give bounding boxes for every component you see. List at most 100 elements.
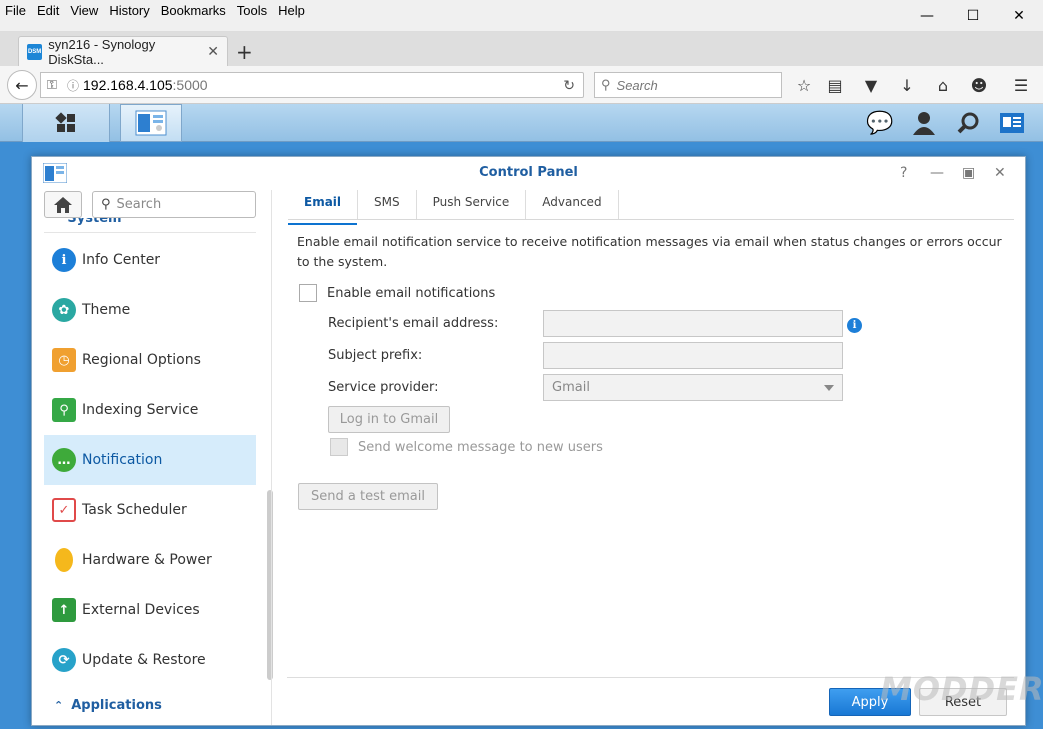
sidebar-item-update-restore[interactable]: ⟳ Update & Restore [44, 635, 256, 685]
search-icon: ⚲ [101, 197, 111, 212]
send-test-email-button[interactable]: Send a test email [298, 483, 438, 510]
tab-push-service[interactable]: Push Service [417, 190, 527, 219]
sidebar-list: i Info Center ✿ Theme ◷ Regional Options… [44, 235, 256, 719]
tab-strip: DSM syn216 - Synology DiskSta... ✕ + [0, 32, 1043, 67]
subject-label: Subject prefix: [328, 348, 423, 363]
pocket-icon[interactable]: ▼ [860, 74, 882, 96]
star-icon[interactable]: ☆ [793, 74, 815, 96]
browser-titlebar: File Edit View History Bookmarks Tools H… [0, 0, 1043, 32]
back-arrow-icon[interactable]: ← [7, 70, 37, 100]
tab-email[interactable]: Email [288, 190, 359, 225]
dsm-favicon-icon: DSM [27, 43, 43, 60]
welcome-message-row: Send welcome message to new users [330, 438, 603, 456]
sidebar-divider [271, 190, 272, 725]
enable-email-row: Enable email notifications [299, 284, 495, 302]
chat-icon[interactable]: 💬 [862, 104, 898, 142]
refresh-icon: ⟳ [52, 648, 76, 672]
sidebar-item-hardware-power[interactable]: Hardware & Power [44, 535, 256, 585]
provider-label: Service provider: [328, 380, 439, 395]
sidebar-item-external-devices[interactable]: ↑ External Devices [44, 585, 256, 635]
home-icon[interactable]: ⌂ [932, 74, 954, 96]
sidebar-item-info-center[interactable]: i Info Center [44, 235, 256, 285]
menu-file[interactable]: File [4, 3, 27, 18]
window-minimize-icon[interactable]: — [930, 165, 944, 181]
divider [44, 232, 256, 233]
login-gmail-button[interactable]: Log in to Gmail [328, 406, 450, 433]
new-tab-icon[interactable]: + [236, 40, 253, 64]
sidebar-item-notification[interactable]: … Notification [44, 435, 256, 485]
section-system-label: System [67, 218, 122, 226]
browser-search-input[interactable]: ⚲ Search [594, 72, 782, 98]
menu-tools[interactable]: Tools [236, 3, 268, 18]
browser-tab[interactable]: DSM syn216 - Synology DiskSta... ✕ [18, 36, 228, 67]
download-icon[interactable]: ↓ [896, 74, 918, 96]
info-icon[interactable]: i [847, 318, 862, 333]
dsm-taskbar: 💬 [0, 104, 1043, 142]
service-provider-select[interactable]: Gmail [543, 374, 843, 401]
sidebar-item-theme[interactable]: ✿ Theme [44, 285, 256, 335]
recipient-email-input[interactable] [543, 310, 843, 337]
welcome-message-checkbox[interactable] [330, 438, 348, 456]
tab-sms[interactable]: SMS [358, 190, 417, 219]
enable-email-label: Enable email notifications [327, 285, 496, 301]
home-button[interactable] [44, 191, 82, 218]
sidebar-item-indexing-service[interactable]: ⚲ Indexing Service [44, 385, 256, 435]
sidebar: ⚲ Search ^ System i Info Center ✿ Theme … [42, 190, 274, 725]
control-panel-task-button[interactable] [120, 104, 182, 142]
reading-list-icon[interactable]: ▤ [824, 74, 846, 96]
calendar-check-icon: ✓ [52, 498, 76, 522]
widgets-icon[interactable] [994, 104, 1030, 142]
hamburger-menu-icon[interactable]: ☰ [1010, 74, 1032, 96]
window-maximize-icon[interactable]: ▣ [962, 165, 975, 181]
menu-edit[interactable]: Edit [36, 3, 60, 18]
maximize-icon[interactable]: ☐ [950, 0, 996, 32]
sidebar-item-label: Task Scheduler [82, 502, 187, 518]
recipient-label: Recipient's email address: [328, 316, 499, 331]
enable-email-checkbox[interactable] [299, 284, 317, 302]
chevron-down-icon [824, 385, 834, 391]
tab-advanced[interactable]: Advanced [526, 190, 619, 219]
nav-bar: ← ⚿ ⓘ 192.168.4.105:5000 ↻ ⚲ Search ☆ ▤ … [0, 66, 1043, 104]
menu-view[interactable]: View [69, 3, 99, 18]
sidebar-search-placeholder: Search [116, 197, 162, 212]
section-system-header[interactable]: ^ System [52, 218, 122, 228]
menu-help[interactable]: Help [277, 3, 306, 18]
grid-apps-icon [55, 112, 75, 132]
section-applications-header[interactable]: ⌃ Applications [44, 691, 256, 719]
control-panel-icon [135, 110, 167, 136]
window-close-icon[interactable]: ✕ [994, 165, 1006, 181]
sidebar-item-label: Update & Restore [82, 652, 206, 668]
sidebar-item-label: Hardware & Power [82, 552, 212, 568]
minimize-icon[interactable]: — [904, 0, 950, 32]
lightbulb-icon [55, 548, 73, 572]
subject-prefix-input[interactable] [543, 342, 843, 369]
url-host: 192.168.4.105 [83, 77, 173, 93]
help-icon[interactable]: ? [900, 165, 907, 181]
main-menu-button[interactable] [22, 104, 110, 142]
user-icon[interactable] [906, 104, 942, 142]
sidebar-scrollbar[interactable] [267, 490, 273, 680]
smiley-icon[interactable]: ☻ [968, 74, 990, 96]
menu-history[interactable]: History [108, 3, 150, 18]
sidebar-item-label: Theme [82, 302, 131, 318]
chevron-up-icon: ⌃ [54, 698, 64, 712]
url-bar[interactable]: ⚿ ⓘ 192.168.4.105:5000 ↻ [40, 72, 584, 98]
info-circle-icon[interactable]: ⓘ [63, 77, 83, 94]
upload-box-icon: ↑ [52, 598, 76, 622]
sidebar-search-input[interactable]: ⚲ Search [92, 191, 256, 218]
welcome-message-label: Send welcome message to new users [358, 439, 603, 455]
tab-close-icon[interactable]: ✕ [207, 43, 219, 60]
browser-search-placeholder: Search [616, 77, 658, 93]
key-icon[interactable]: ⚿ [41, 77, 63, 93]
menu-bookmarks[interactable]: Bookmarks [160, 3, 227, 18]
search-icon: ⚲ [601, 77, 611, 92]
sidebar-item-regional-options[interactable]: ◷ Regional Options [44, 335, 256, 385]
url-port: :5000 [172, 77, 208, 93]
dsm-search-icon[interactable] [950, 104, 986, 142]
close-icon[interactable]: ✕ [996, 0, 1042, 32]
reload-icon[interactable]: ↻ [563, 77, 575, 94]
sidebar-item-task-scheduler[interactable]: ✓ Task Scheduler [44, 485, 256, 535]
sidebar-item-label: Indexing Service [82, 402, 199, 418]
service-provider-value: Gmail [552, 380, 590, 395]
sidebar-item-label: Notification [82, 452, 163, 468]
